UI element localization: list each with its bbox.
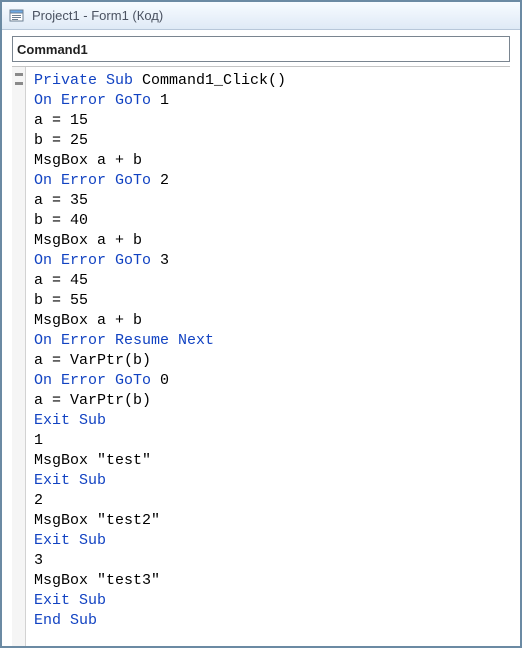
code-line: MsgBox "test3" — [34, 571, 506, 591]
code-token: MsgBox "test2" — [34, 512, 160, 529]
code-line: b = 55 — [34, 291, 506, 311]
code-token: b = 40 — [34, 212, 88, 229]
code-line: On Error GoTo 2 — [34, 171, 506, 191]
keyword-token: Exit Sub — [34, 412, 106, 429]
code-line: On Error GoTo 3 — [34, 251, 506, 271]
code-line: Exit Sub — [34, 411, 506, 431]
keyword-token: On Error Resume Next — [34, 332, 214, 349]
titlebar[interactable]: Project1 - Form1 (Код) — [2, 2, 520, 30]
code-editor[interactable]: Private Sub Command1_Click()On Error GoT… — [26, 67, 510, 646]
code-token: a = 15 — [34, 112, 88, 129]
keyword-token: Private Sub — [34, 72, 133, 89]
line-mark-icon — [15, 73, 23, 76]
code-line: Exit Sub — [34, 531, 506, 551]
code-token: 3 — [34, 552, 43, 569]
code-line: MsgBox "test2" — [34, 511, 506, 531]
code-window: Project1 - Form1 (Код) Command1 Private … — [0, 0, 522, 648]
form-icon — [8, 7, 26, 25]
code-token: MsgBox "test3" — [34, 572, 160, 589]
code-line: a = 35 — [34, 191, 506, 211]
code-token: 2 — [34, 492, 43, 509]
code-line: 1 — [34, 431, 506, 451]
code-token: 3 — [151, 252, 169, 269]
code-token: MsgBox "test" — [34, 452, 151, 469]
code-token: a = VarPtr(b) — [34, 352, 151, 369]
window-title: Project1 - Form1 (Код) — [32, 8, 163, 23]
editor-area: Private Sub Command1_Click()On Error GoT… — [12, 66, 510, 646]
code-token: a = 35 — [34, 192, 88, 209]
code-line: a = VarPtr(b) — [34, 391, 506, 411]
code-line: MsgBox a + b — [34, 231, 506, 251]
code-token: MsgBox a + b — [34, 312, 142, 329]
code-line: Exit Sub — [34, 471, 506, 491]
code-line: a = 15 — [34, 111, 506, 131]
code-line: On Error GoTo 0 — [34, 371, 506, 391]
code-token: 2 — [151, 172, 169, 189]
code-token: 0 — [151, 372, 169, 389]
code-line: 2 — [34, 491, 506, 511]
code-token: MsgBox a + b — [34, 232, 142, 249]
code-token: MsgBox a + b — [34, 152, 142, 169]
keyword-token: On Error GoTo — [34, 172, 151, 189]
keyword-token: On Error GoTo — [34, 252, 151, 269]
keyword-token: On Error GoTo — [34, 92, 151, 109]
code-line: MsgBox a + b — [34, 151, 506, 171]
keyword-token: End Sub — [34, 612, 97, 629]
code-line: 3 — [34, 551, 506, 571]
object-dropdown-value: Command1 — [17, 42, 88, 57]
code-line: Exit Sub — [34, 591, 506, 611]
code-token: a = 45 — [34, 272, 88, 289]
code-line: MsgBox a + b — [34, 311, 506, 331]
code-line: On Error Resume Next — [34, 331, 506, 351]
code-line: b = 25 — [34, 131, 506, 151]
code-line: End Sub — [34, 611, 506, 631]
keyword-token: On Error GoTo — [34, 372, 151, 389]
code-token: 1 — [151, 92, 169, 109]
keyword-token: Exit Sub — [34, 472, 106, 489]
code-line: Private Sub Command1_Click() — [34, 71, 506, 91]
code-token: 1 — [34, 432, 43, 449]
code-line: On Error GoTo 1 — [34, 91, 506, 111]
keyword-token: Exit Sub — [34, 592, 106, 609]
code-line: b = 40 — [34, 211, 506, 231]
keyword-token: Exit Sub — [34, 532, 106, 549]
code-token: b = 55 — [34, 292, 88, 309]
object-dropdown[interactable]: Command1 — [12, 36, 510, 62]
line-mark-icon — [15, 82, 23, 85]
code-token: b = 25 — [34, 132, 88, 149]
code-line: a = VarPtr(b) — [34, 351, 506, 371]
code-line: MsgBox "test" — [34, 451, 506, 471]
margin-indicator-bar[interactable] — [12, 67, 26, 646]
code-token: Command1_Click() — [133, 72, 286, 89]
code-line: a = 45 — [34, 271, 506, 291]
code-token: a = VarPtr(b) — [34, 392, 151, 409]
